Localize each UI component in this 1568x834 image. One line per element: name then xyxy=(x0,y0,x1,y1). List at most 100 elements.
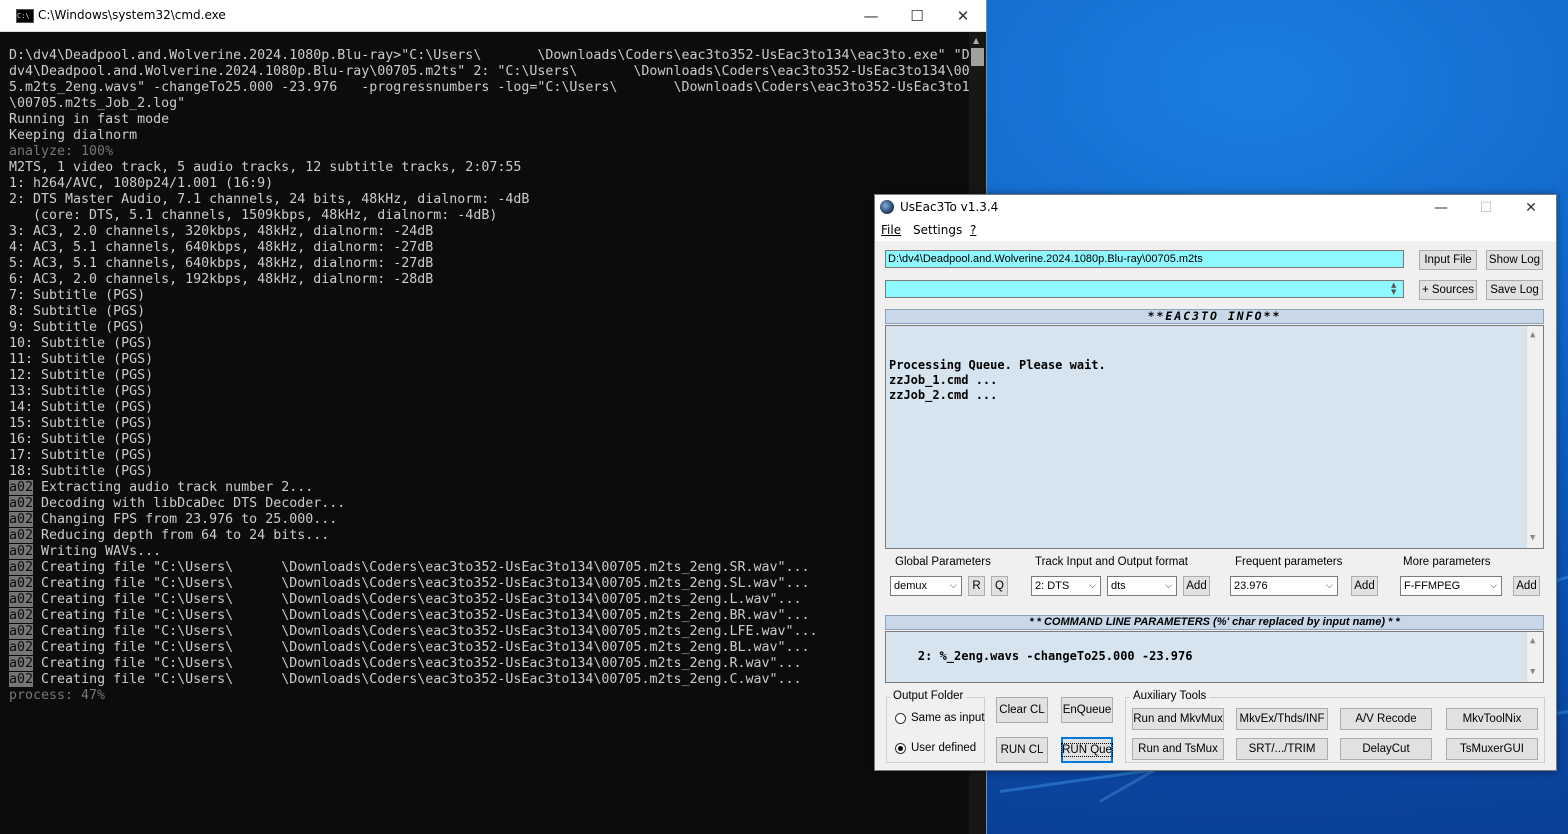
chevron-down-icon: ⌵ xyxy=(950,580,957,590)
cmd-titlebar[interactable]: C:\ C:\Windows\system32\cmd.exe — ☐ ✕ xyxy=(0,0,986,32)
console-line: a02 Creating file "C:\Users\ \Downloads\… xyxy=(9,560,969,576)
console-line: 1: h264/AVC, 1080p24/1.001 (16:9) xyxy=(9,176,969,192)
track-output-select[interactable]: dts ⌵ xyxy=(1107,576,1177,596)
info-scrollbar[interactable]: ▲ ▼ xyxy=(1526,326,1543,548)
console-line-text: Extracting audio track number 2... xyxy=(33,480,314,495)
ue-minimize-button[interactable]: — xyxy=(1419,195,1463,220)
console-line-text: analyze: 100% xyxy=(9,144,114,159)
console-line: 17: Subtitle (PGS) xyxy=(9,448,969,464)
enqueue-button[interactable]: EnQueue xyxy=(1061,697,1113,723)
info-lines: Processing Queue. Please wait. zzJob_1.cm… xyxy=(889,358,1540,403)
console-line-prefix: a02 xyxy=(9,480,34,495)
cmd-window[interactable]: C:\ C:\Windows\system32\cmd.exe — ☐ ✕ D:… xyxy=(0,0,987,834)
cl-scrollbar[interactable]: ▲ ▼ xyxy=(1526,632,1543,682)
menubar: File Settings ? xyxy=(875,220,1556,241)
useac3to-window[interactable]: UsEac3To v1.3.4 — ☐ ✕ File Settings ? D:… xyxy=(874,194,1557,771)
minimize-button[interactable]: — xyxy=(848,0,894,31)
chevron-down-icon: ⌵ xyxy=(1165,580,1172,590)
scroll-up-icon[interactable]: ▲ xyxy=(1530,634,1535,649)
show-log-button[interactable]: Show Log xyxy=(1486,250,1543,270)
ue-titlebar[interactable]: UsEac3To v1.3.4 — ☐ ✕ xyxy=(875,195,1556,220)
tsmuxergui-button[interactable]: TsMuxerGUI xyxy=(1446,738,1538,760)
console-line-text: \00705.m2ts_Job_2.log" xyxy=(9,96,186,111)
more-add-button[interactable]: Add xyxy=(1513,576,1540,596)
console-line-text: Changing FPS from 23.976 to 25.000... xyxy=(33,512,338,527)
console-line-text: Creating file "C:\Users\ \Downloads\Code… xyxy=(33,672,802,687)
run-cl-button[interactable]: RUN CL xyxy=(996,737,1048,763)
console-line-prefix: a02 xyxy=(9,640,34,655)
console-line: a02 Reducing depth from 64 to 24 bits... xyxy=(9,528,969,544)
console-line: 2: DTS Master Audio, 7.1 channels, 24 bi… xyxy=(9,192,969,208)
maximize-icon: ☐ xyxy=(910,6,924,25)
console-line-text: 18: Subtitle (PGS) xyxy=(9,464,154,479)
console-line: analyze: 100% xyxy=(9,144,969,160)
scroll-down-icon[interactable]: ▼ xyxy=(1530,531,1535,546)
console-line-text: 2: DTS Master Audio, 7.1 channels, 24 bi… xyxy=(9,192,530,207)
r-button[interactable]: R xyxy=(968,576,985,596)
close-button[interactable]: ✕ xyxy=(940,0,986,31)
info-line: Processing Queue. Please wait. xyxy=(889,358,1106,372)
input-file-button[interactable]: Input File xyxy=(1419,250,1477,270)
command-line-textarea[interactable]: 2: %_2eng.wavs -changeTo25.000 -23.976 ▲… xyxy=(885,631,1544,683)
console-line-text: 12: Subtitle (PGS) xyxy=(9,368,154,383)
sources-field[interactable] xyxy=(885,280,1404,298)
input-path-field[interactable]: D:\dv4\Deadpool.and.Wolverine.2024.1080p… xyxy=(885,250,1404,268)
console-output[interactable]: D:\dv4\Deadpool.and.Wolverine.2024.1080p… xyxy=(9,48,969,834)
av-recode-button[interactable]: A/V Recode xyxy=(1340,708,1432,730)
global-param-select[interactable]: demux ⌵ xyxy=(890,576,962,596)
radio-icon xyxy=(895,712,906,724)
menu-settings[interactable]: Settings xyxy=(913,223,962,237)
console-line: D:\dv4\Deadpool.and.Wolverine.2024.1080p… xyxy=(9,48,969,64)
track-add-button[interactable]: Add xyxy=(1183,576,1210,596)
run-queue-button[interactable]: RUN Que xyxy=(1061,737,1113,763)
menu-help[interactable]: ? xyxy=(970,223,976,237)
console-line-text: 8: Subtitle (PGS) xyxy=(9,304,146,319)
menu-file[interactable]: File xyxy=(881,223,901,237)
console-line: 6: AC3, 2.0 channels, 192kbps, 48kHz, di… xyxy=(9,272,969,288)
scrollbar-thumb[interactable] xyxy=(971,48,984,66)
eac3to-info-textarea[interactable]: Processing Queue. Please wait. zzJob_1.cm… xyxy=(885,325,1544,549)
console-line: a02 Decoding with libDcaDec DTS Decoder.… xyxy=(9,496,969,512)
console-line: 13: Subtitle (PGS) xyxy=(9,384,969,400)
save-log-button[interactable]: Save Log xyxy=(1486,280,1543,300)
console-line: dv4\Deadpool.and.Wolverine.2024.1080p.Bl… xyxy=(9,64,969,80)
console-line-prefix: a02 xyxy=(9,496,34,511)
ue-close-button[interactable]: ✕ xyxy=(1509,195,1553,220)
frequent-param-select[interactable]: 23.976 ⌵ xyxy=(1230,576,1338,596)
global-parameters-group: Global Parameters demux ⌵ R Q xyxy=(885,556,1023,603)
close-icon: ✕ xyxy=(1525,199,1537,216)
console-line-text: Keeping dialnorm xyxy=(9,128,138,143)
mkvex-button[interactable]: MkvEx/Thds/INF xyxy=(1236,708,1328,730)
srt-trim-button[interactable]: SRT/.../TRIM xyxy=(1236,738,1328,760)
console-line-text: 1: h264/AVC, 1080p24/1.001 (16:9) xyxy=(9,176,274,191)
console-line: 4: AC3, 5.1 channels, 640kbps, 48kHz, di… xyxy=(9,240,969,256)
q-button[interactable]: Q xyxy=(991,576,1008,596)
chevron-down-icon: ⌵ xyxy=(1490,580,1497,590)
ue-title: UsEac3To v1.3.4 xyxy=(900,200,999,214)
console-line: Running in fast mode xyxy=(9,112,969,128)
mkvtoolnix-button[interactable]: MkvToolNix xyxy=(1446,708,1538,730)
scroll-up-icon[interactable]: ▲ xyxy=(1530,328,1535,343)
run-mkvmux-button[interactable]: Run and MkvMux xyxy=(1132,708,1224,730)
console-line: a02 Creating file "C:\Users\ \Downloads\… xyxy=(9,576,969,592)
scroll-down-icon[interactable]: ▼ xyxy=(1530,665,1535,680)
clear-cl-button[interactable]: Clear CL xyxy=(996,697,1048,723)
more-param-select[interactable]: F-FFMPEG ⌵ xyxy=(1400,576,1502,596)
scroll-up-icon[interactable]: ▲ xyxy=(973,36,979,45)
run-tsmux-button[interactable]: Run and TsMux xyxy=(1132,738,1224,760)
close-icon: ✕ xyxy=(956,6,970,25)
radio-same-as-input[interactable]: Same as input xyxy=(895,712,985,724)
sources-spinner-icon[interactable]: ▲ ▼ xyxy=(1391,282,1396,296)
maximize-button[interactable]: ☐ xyxy=(894,0,940,31)
console-line-text: Running in fast mode xyxy=(9,112,170,127)
radio-user-defined[interactable]: User defined xyxy=(895,742,976,754)
console-line-text: Creating file "C:\Users\ \Downloads\Code… xyxy=(33,576,810,591)
console-line-text: 10: Subtitle (PGS) xyxy=(9,336,154,351)
frequent-add-button[interactable]: Add xyxy=(1351,576,1378,596)
delaycut-button[interactable]: DelayCut xyxy=(1340,738,1432,760)
console-line-text: 5: AC3, 5.1 channels, 640kbps, 48kHz, di… xyxy=(9,256,434,271)
add-sources-button[interactable]: + Sources xyxy=(1419,280,1477,300)
track-input-select[interactable]: 2: DTS ⌵ xyxy=(1031,576,1101,596)
console-line-text: 6: AC3, 2.0 channels, 192kbps, 48kHz, di… xyxy=(9,272,434,287)
frequent-parameters-label: Frequent parameters xyxy=(1232,556,1346,568)
